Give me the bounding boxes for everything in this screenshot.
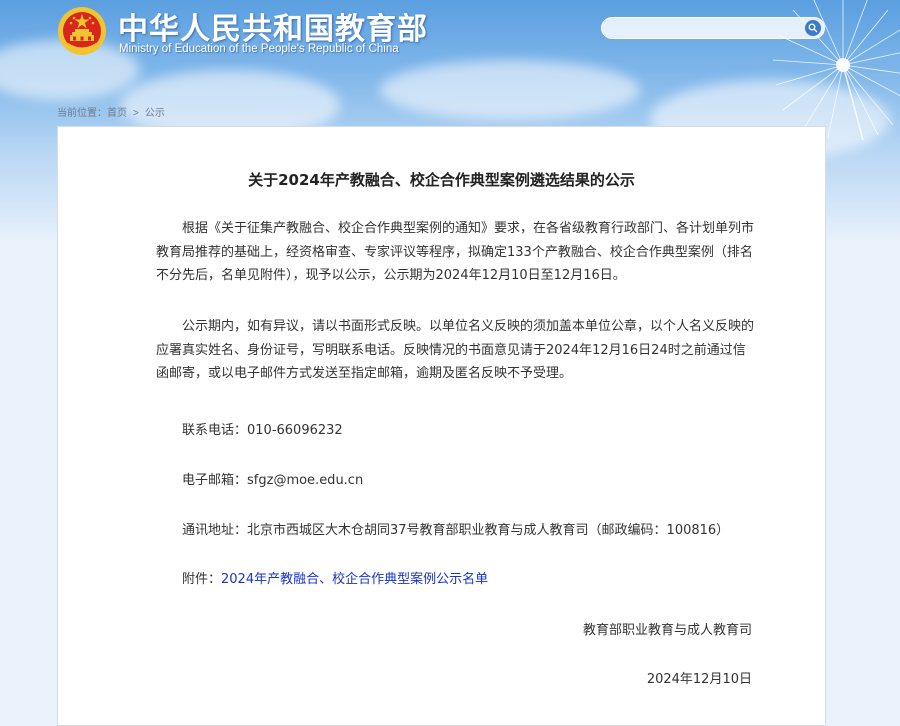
contact-email: 电子邮箱：sfgz@moe.edu.cn: [156, 469, 363, 488]
article-paragraph-1: 根据《关于征集产教融合、校企合作典型案例的通知》要求，在各省级教育行政部门、各计…: [156, 221, 755, 283]
address-label: 通讯地址：: [182, 523, 248, 538]
cloud: [380, 60, 640, 120]
publish-date: 2024年12月10日: [646, 672, 752, 687]
search-box: [601, 17, 825, 39]
phone-value: 010-66096232: [247, 423, 343, 438]
article-title: 关于2024年产教融合、校企合作典型案例遴选结果的公示: [248, 171, 635, 189]
address-value: 北京市西城区大木仓胡同37号教育部职业教育与成人教育司（邮政编码：100816）: [247, 523, 730, 538]
contact-address: 通讯地址：北京市西城区大木仓胡同37号教育部职业教育与成人教育司（邮政编码：10…: [156, 519, 729, 538]
search-button[interactable]: [805, 20, 821, 36]
search-icon: [808, 23, 818, 33]
breadcrumb-prefix: 当前位置：: [57, 108, 107, 119]
email-label: 电子邮箱：: [182, 473, 248, 488]
breadcrumb: 当前位置：首页 > 公示: [57, 104, 165, 119]
site-title[interactable]: 中华人民共和国教育部: [118, 4, 428, 48]
phone-label: 联系电话：: [182, 423, 248, 438]
breadcrumb-current-link[interactable]: 公示: [145, 108, 165, 119]
attachment-link[interactable]: 2024年产教融合、校企合作典型案例公示名单: [221, 572, 488, 587]
search-input[interactable]: [612, 20, 796, 38]
contact-phone: 联系电话：010-66096232: [156, 419, 343, 438]
breadcrumb-home-link[interactable]: 首页: [107, 108, 127, 119]
site-title-english: Ministry of Education of the People's Re…: [119, 43, 399, 55]
article-card: 关于2024年产教融合、校企合作典型案例遴选结果的公示 根据《关于征集产教融合、…: [57, 126, 826, 726]
article-paragraph-2: 公示期内，如有异议，请以书面形式反映。以单位名义反映的须加盖本单位公章，以个人名…: [156, 319, 755, 381]
email-value: sfgz@moe.edu.cn: [247, 473, 364, 488]
attachment-label: 附件：: [182, 572, 222, 587]
breadcrumb-separator: >: [133, 108, 139, 119]
attachment-line: 附件：2024年产教融合、校企合作典型案例公示名单: [156, 568, 488, 587]
signature: 教育部职业教育与成人教育司: [582, 623, 752, 638]
national-emblem-icon: [58, 7, 106, 55]
